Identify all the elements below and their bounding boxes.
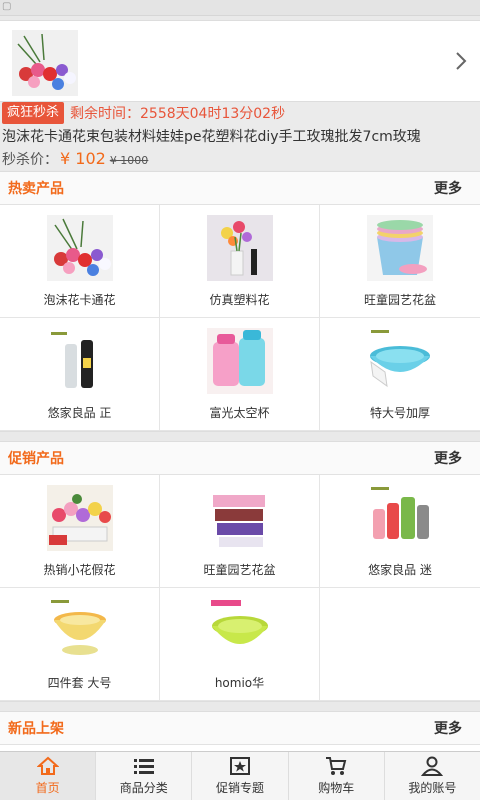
product-name: 旺童园艺花盆: [363, 293, 436, 307]
original-price: ¥ 1000: [109, 154, 149, 167]
stacked-pots-icon: [367, 215, 433, 281]
space-cups-icon: [207, 328, 273, 394]
flash-sale-price-row: 秒杀价： ¥ 102 ¥ 1000: [2, 149, 148, 169]
flash-sale-product-title[interactable]: 泡沫花卡通花束包装材料娃娃pe花塑料花diy手工玫瑰批发7cm玫瑰: [2, 126, 421, 146]
home-icon: [36, 756, 59, 775]
planter-boxes-icon: [207, 485, 273, 551]
price-label: 秒杀价：: [2, 152, 58, 168]
product-name: homio华: [214, 676, 265, 690]
product-card[interactable]: 富光太空杯: [160, 318, 320, 431]
tab-label: 我的账号: [408, 781, 457, 795]
promo-products-section: 促销产品 更多 热销小花假花 旺童园艺花盆 悠家良品 迷四件套 大号 homio华: [0, 441, 480, 702]
more-link[interactable]: 更多: [434, 178, 462, 198]
hot-products-header: 热卖产品 更多: [0, 172, 480, 205]
product-name: 热销小花假花: [43, 563, 116, 577]
yellow-basins-icon: [47, 598, 113, 664]
more-link[interactable]: 更多: [434, 448, 462, 468]
product-grid: 泡沫花卡通花 仿真塑料花 旺童园艺花盆悠家良品 正 富光太空杯 特大号加厚: [0, 205, 480, 431]
product-card[interactable]: 悠家良品 迷: [320, 475, 480, 588]
banner-carousel[interactable]: [0, 20, 480, 102]
product-name: 悠家良品 迷: [368, 563, 432, 577]
promo-products-header: 促销产品 更多: [0, 442, 480, 475]
tab-label: 商品分类: [119, 781, 168, 795]
star-icon: [230, 757, 250, 775]
tab-user[interactable]: 我的账号: [385, 752, 480, 800]
bottom-tab-bar: 首页 商品分类 促销专题 购物车 我的账号: [0, 751, 480, 800]
product-card[interactable]: 旺童园艺花盆: [160, 475, 320, 588]
sale-price: ¥ 102: [60, 149, 106, 168]
banner-flower-image: [12, 30, 78, 96]
new-products-header: 新品上架 更多: [0, 712, 480, 745]
more-link[interactable]: 更多: [434, 718, 462, 738]
user-icon: [421, 756, 444, 776]
product-name: 悠家良品 正: [47, 406, 112, 420]
product-card[interactable]: 悠家良品 正: [0, 318, 160, 431]
list-icon: [133, 759, 154, 774]
product-card[interactable]: 特大号加厚: [320, 318, 480, 431]
color-cups-icon: [367, 485, 433, 551]
blue-basin-icon: [367, 328, 433, 394]
cart-icon: [326, 757, 347, 775]
top-status-strip: ▢: [0, 0, 480, 16]
product-card[interactable]: 旺童园艺花盆: [320, 205, 480, 318]
section-title: 促销产品: [8, 451, 64, 467]
tab-label: 购物车: [318, 781, 355, 795]
product-grid: 热销小花假花 旺童园艺花盆 悠家良品 迷四件套 大号 homio华: [0, 475, 480, 701]
corner-glyph: ▢: [2, 1, 12, 12]
product-name: 特大号加厚: [369, 406, 430, 420]
product-name: 仿真塑料花: [209, 293, 270, 307]
hot-products-section: 热卖产品 更多 泡沫花卡通花 仿真塑料花 旺童园艺花盆悠家良品 正 富光太空杯 特大号加…: [0, 171, 480, 432]
flower-planter-icon: [47, 485, 113, 551]
flash-sale[interactable]: 疯狂秒杀 剩余时间：2558天04时13分02秒 泡沫花卡通花束包装材料娃娃pe…: [0, 102, 480, 170]
empty-cell: [320, 588, 480, 701]
green-basin-icon: [207, 598, 273, 664]
product-card[interactable]: 仿真塑料花: [160, 205, 320, 318]
flower-bouquet-icon: [47, 215, 113, 281]
vase-flowers-icon: [207, 215, 273, 281]
thermos-bottles-icon: [47, 328, 113, 394]
tab-list[interactable]: 商品分类: [96, 752, 193, 800]
product-card[interactable]: homio华: [160, 588, 320, 701]
product-name: 富光太空杯: [209, 406, 270, 420]
section-title: 新品上架: [8, 721, 64, 737]
product-name: 旺童园艺花盆: [203, 563, 276, 577]
tab-cart[interactable]: 购物车: [289, 752, 385, 800]
chevron-right-icon[interactable]: [452, 49, 470, 73]
tab-star[interactable]: 促销专题: [192, 752, 289, 800]
flash-sale-tag: 疯狂秒杀: [2, 102, 65, 124]
product-name: 泡沫花卡通花: [43, 293, 116, 307]
section-title: 热卖产品: [8, 181, 64, 197]
product-card[interactable]: 四件套 大号: [0, 588, 160, 701]
product-name: 四件套 大号: [47, 676, 112, 690]
tab-home[interactable]: 首页: [0, 752, 97, 800]
countdown-timer: 剩余时间：2558天04时13分02秒: [70, 106, 286, 122]
tab-label: 首页: [35, 781, 60, 795]
product-card[interactable]: 泡沫花卡通花: [0, 205, 160, 318]
product-card[interactable]: 热销小花假花: [0, 475, 160, 588]
tab-label: 促销专题: [216, 781, 265, 795]
